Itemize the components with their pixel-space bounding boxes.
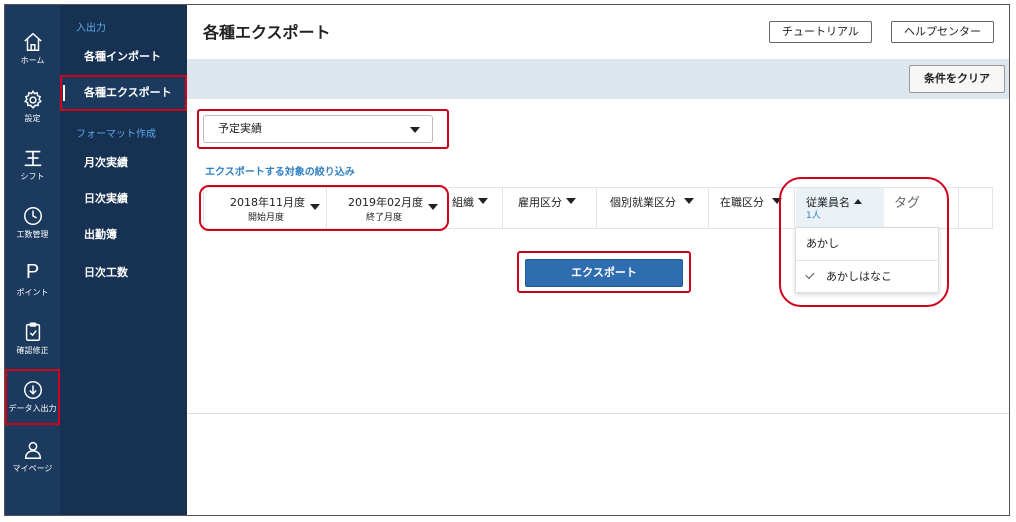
- chevron-down-icon: [566, 198, 576, 204]
- employee-option[interactable]: あかし: [796, 228, 938, 260]
- chevron-down-icon: [310, 204, 320, 210]
- app-window: ホーム 設定 シフト 工数管理 P ポイント 確認修正 データ入出力 マイページ: [4, 4, 1010, 516]
- user-icon: [24, 441, 41, 459]
- section-label-format: フォーマット作成: [76, 129, 156, 140]
- export-button[interactable]: エクスポート: [525, 259, 683, 287]
- work-rules-label: 個別就業区分: [610, 196, 676, 209]
- work-rules-filter[interactable]: 個別就業区分: [596, 188, 706, 228]
- employee-option-label: あかしはなこ: [826, 270, 892, 283]
- rail-label: ホーム: [20, 56, 45, 65]
- export-type-select[interactable]: 予定実績: [203, 115, 433, 143]
- help-center-button[interactable]: ヘルプセンター: [891, 21, 994, 43]
- rail-item-workhours[interactable]: 工数管理: [5, 195, 60, 251]
- start-month-caption: 開始月度: [248, 213, 285, 223]
- download-circle-icon: [23, 381, 42, 399]
- filter-heading: エクスポートする対象の絞り込み: [205, 167, 355, 178]
- rail-item-settings[interactable]: 設定: [5, 79, 60, 135]
- point-icon: P: [25, 261, 40, 283]
- employment-status-label: 在職区分: [720, 196, 764, 209]
- subnav-item-daily-hours[interactable]: 日次工数: [60, 255, 187, 291]
- shift-icon: [24, 150, 41, 167]
- start-month-value: 2018年11月度: [230, 196, 305, 209]
- sub-navigation: 入出力 各種インポート 各種エクスポート フォーマット作成 月次実績 日次実績 …: [60, 5, 187, 515]
- divider: [187, 413, 1009, 414]
- rail-item-shift[interactable]: シフト: [5, 137, 60, 193]
- chevron-down-icon: [684, 198, 694, 204]
- rail-item-mypage[interactable]: マイページ: [5, 429, 60, 485]
- end-month-value: 2019年02月度: [348, 196, 423, 209]
- filter-row: 2018年11月度 開始月度 2019年02月度 終了月度 組織 雇用区分 個別…: [203, 187, 993, 229]
- employee-dropdown: あかし あかしはなこ: [795, 227, 939, 293]
- rail-label: シフト: [20, 172, 45, 181]
- divider: [958, 188, 959, 228]
- chevron-down-icon: [478, 198, 488, 204]
- subnav-item-import[interactable]: 各種インポート: [60, 39, 187, 75]
- end-month-filter[interactable]: 2019年02月度 終了月度: [328, 188, 444, 228]
- end-month-caption: 終了月度: [366, 213, 403, 223]
- employee-option-selected[interactable]: あかしはなこ: [796, 261, 938, 293]
- subnav-item-daily[interactable]: 日次実績: [60, 181, 187, 217]
- gear-icon: [23, 89, 42, 109]
- clock-icon: [23, 207, 42, 225]
- section-label-io: 入出力: [76, 23, 106, 34]
- clear-conditions-button[interactable]: 条件をクリア: [909, 65, 1005, 93]
- action-bar: 条件をクリア: [187, 59, 1009, 99]
- home-icon: [23, 32, 42, 51]
- employment-type-label: 雇用区分: [518, 196, 562, 209]
- organization-label: 組織: [452, 196, 474, 209]
- rail-label: 工数管理: [16, 230, 49, 239]
- subnav-item-export[interactable]: 各種エクスポート: [60, 75, 187, 111]
- employee-count: 1人: [806, 211, 821, 221]
- subnav-item-attendance[interactable]: 出勤簿: [60, 217, 187, 253]
- subnav-item-monthly[interactable]: 月次実績: [60, 145, 187, 181]
- rail-item-review[interactable]: 確認修正: [5, 311, 60, 367]
- chevron-up-icon: [854, 199, 862, 204]
- check-icon: [805, 269, 815, 280]
- rail-label: 設定: [24, 114, 41, 123]
- clipboard-check-icon: [25, 322, 40, 341]
- organization-filter[interactable]: 組織: [452, 188, 508, 228]
- divider: [326, 188, 327, 228]
- rail-item-home[interactable]: ホーム: [5, 21, 60, 77]
- rail-item-points[interactable]: P ポイント: [5, 253, 60, 309]
- tag-label: タグ: [894, 196, 921, 211]
- main-content: 各種エクスポート チュートリアル ヘルプセンター 条件をクリア 予定実績 エクス…: [187, 5, 1009, 515]
- divider: [794, 188, 795, 228]
- rail-item-data-io[interactable]: データ入出力: [5, 369, 60, 425]
- chevron-down-icon: [772, 198, 782, 204]
- employee-name-filter[interactable]: 従業員名 1人: [796, 188, 884, 228]
- rail-label: データ入出力: [8, 404, 57, 413]
- rail-label: ポイント: [16, 288, 49, 297]
- tutorial-button[interactable]: チュートリアル: [769, 21, 872, 43]
- icon-rail: ホーム 設定 シフト 工数管理 P ポイント 確認修正 データ入出力 マイページ: [5, 5, 60, 515]
- chevron-down-icon: [410, 127, 420, 133]
- page-title: 各種エクスポート: [203, 23, 331, 42]
- tag-filter[interactable]: タグ: [884, 188, 944, 228]
- export-type-value: 予定実績: [218, 122, 262, 135]
- rail-label: 確認修正: [16, 346, 49, 355]
- chevron-down-icon: [428, 204, 438, 210]
- employment-status-filter[interactable]: 在職区分: [708, 188, 796, 228]
- employment-type-filter[interactable]: 雇用区分: [502, 188, 592, 228]
- start-month-filter[interactable]: 2018年11月度 開始月度: [204, 188, 324, 228]
- rail-label: マイページ: [12, 464, 53, 473]
